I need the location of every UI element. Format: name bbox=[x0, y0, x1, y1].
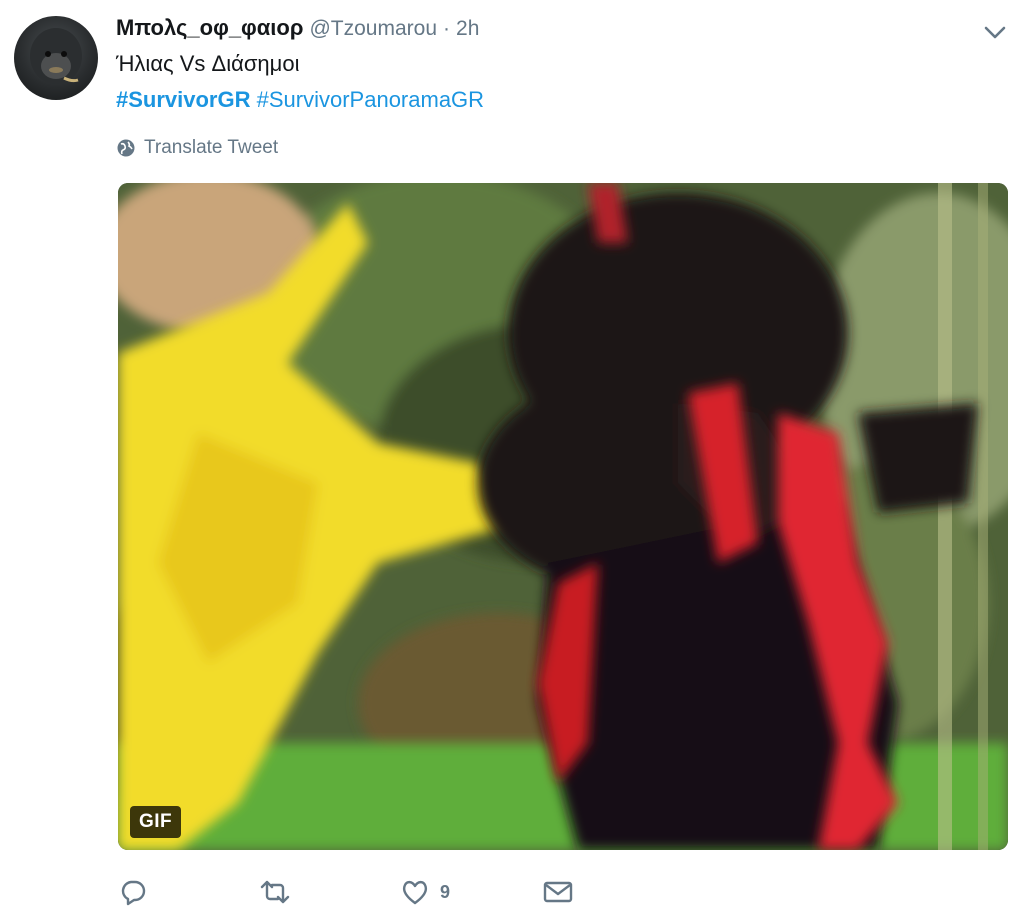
hashtag-survivorpanoramagr[interactable]: #SurvivorPanoramaGR bbox=[257, 87, 484, 112]
translate-tweet-button[interactable]: Translate Tweet bbox=[116, 134, 278, 162]
hashtag-survivorgr[interactable]: #SurvivorGR bbox=[116, 87, 251, 112]
retweet-icon bbox=[260, 880, 290, 904]
separator-dot: · bbox=[443, 17, 451, 40]
avatar[interactable] bbox=[14, 16, 98, 100]
tweet: Μπολς_οφ_φαιορ @Tzoumarou · 2h Ήλιας Vs … bbox=[0, 0, 1024, 913]
like-count: 9 bbox=[440, 881, 451, 902]
avatar-image bbox=[30, 28, 82, 84]
tweet-text: Ήλιας Vs Διάσημοι bbox=[116, 51, 300, 76]
envelope-icon bbox=[543, 881, 573, 903]
chevron-down-icon[interactable] bbox=[983, 22, 1007, 42]
gif-frame-image bbox=[118, 183, 1008, 850]
reply-icon bbox=[121, 880, 146, 906]
retweet-button[interactable] bbox=[258, 872, 292, 912]
display-name[interactable]: Μπολς_οφ_φαιορ bbox=[116, 15, 303, 41]
tweet-header: Μπολς_οφ_φαιορ @Tzoumarou · 2h bbox=[116, 15, 479, 45]
translate-label: Translate Tweet bbox=[144, 137, 279, 158]
timestamp[interactable]: 2h bbox=[456, 17, 479, 41]
heart-icon bbox=[402, 880, 428, 905]
gif-badge: GIF bbox=[130, 806, 182, 838]
gif-media[interactable]: GIF bbox=[118, 183, 1008, 850]
user-handle[interactable]: @Tzoumarou bbox=[309, 17, 437, 41]
tweet-actions: 9 bbox=[118, 872, 718, 912]
reply-button[interactable] bbox=[118, 872, 148, 912]
like-button[interactable]: 9 bbox=[400, 872, 450, 912]
direct-message-button[interactable] bbox=[542, 872, 574, 912]
globe-icon bbox=[117, 139, 135, 157]
hashtag-line: #SurvivorGR #SurvivorPanoramaGR bbox=[116, 86, 484, 114]
